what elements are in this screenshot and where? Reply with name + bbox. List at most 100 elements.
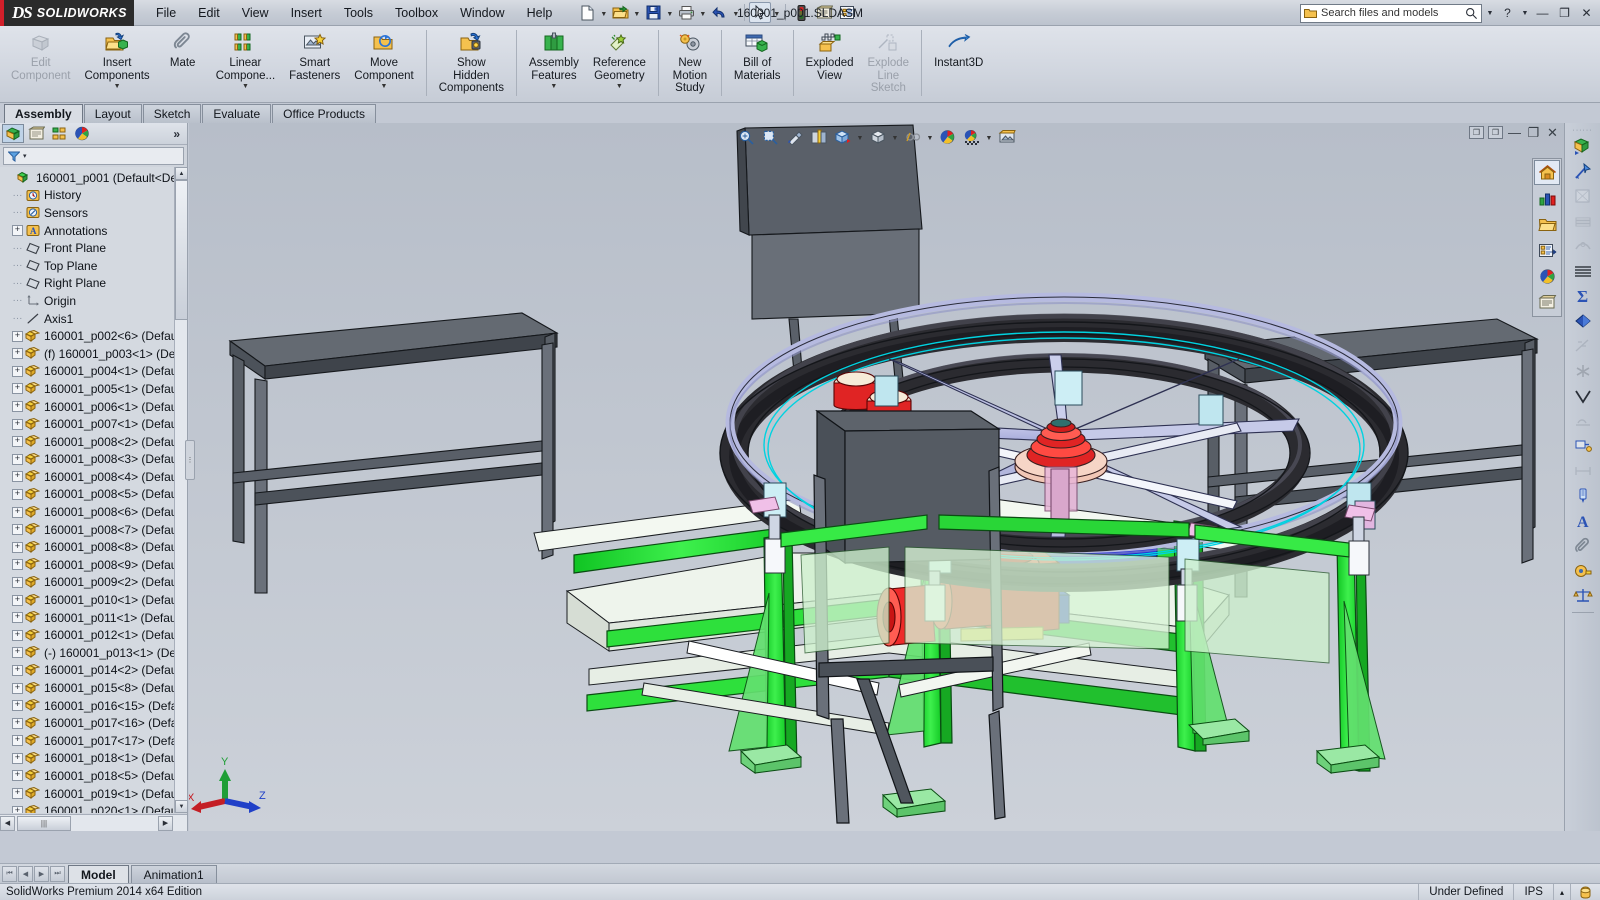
hide-show-caret-icon[interactable]: ▼ (926, 126, 935, 148)
tab-sketch[interactable]: Sketch (142, 104, 202, 123)
tree-item[interactable]: +160001_p008<5> (Default (2, 486, 187, 504)
appearance-icon[interactable] (1534, 264, 1560, 289)
apply-scene-icon[interactable] (961, 126, 983, 148)
linear-pattern-caret-icon[interactable]: ▼ (242, 83, 249, 91)
tree-expander[interactable]: + (12, 418, 23, 430)
tree-item[interactable]: +160001_p008<7> (Default (2, 521, 187, 539)
tree-expander[interactable]: + (12, 700, 23, 712)
display-style-caret-icon[interactable]: ▼ (891, 126, 900, 148)
tree-item[interactable]: +160001_p014<2> (Default (2, 662, 187, 680)
show-hidden-components-button[interactable]: Show Hidden Components (432, 26, 511, 102)
chart-icon[interactable] (1534, 186, 1560, 211)
nav-prev-button[interactable]: ◀ (18, 865, 33, 882)
datum-feature-icon[interactable] (1570, 434, 1596, 458)
tree-item[interactable]: +160001_p009<2> (Default (2, 574, 187, 592)
help-caret-icon[interactable]: ▼ (1520, 4, 1530, 23)
tab-office-products[interactable]: Office Products (272, 104, 376, 123)
zoom-to-fit-icon[interactable] (736, 126, 758, 148)
tree-item[interactable]: + (-) 160001_p013<1> (Defa (2, 644, 187, 662)
feature-tree[interactable]: 160001_p001 (Default<Defau ··· History ··· S… (0, 167, 187, 813)
feature-manager-more-tabs[interactable]: » (173, 127, 185, 141)
sum-icon[interactable]: Σ (1570, 284, 1596, 308)
previous-view-icon[interactable] (784, 126, 806, 148)
tree-scroll-right-arrow[interactable]: ▶ (158, 815, 173, 831)
tree-scroll-up-arrow[interactable]: ▲ (175, 167, 188, 180)
bill-of-materials-button[interactable]: Bill of Materials (727, 26, 788, 102)
tree-expander[interactable]: + (12, 524, 23, 536)
nav-next-button[interactable]: ▶ (34, 865, 49, 882)
search-dropdown-caret-icon[interactable]: ▼ (1485, 4, 1495, 23)
minimize-button[interactable]: — (1533, 4, 1552, 23)
tree-expander[interactable]: + (12, 717, 23, 729)
status-units-label[interactable]: IPS (1513, 883, 1553, 900)
tree-item[interactable]: +160001_p019<1> (Default (2, 785, 187, 803)
open-folder-icon[interactable] (609, 2, 631, 23)
tab-evaluate[interactable]: Evaluate (202, 104, 272, 123)
tree-item[interactable]: +160001_p002<6> (Default (2, 327, 187, 345)
nav-first-button[interactable]: ⏮ (2, 865, 17, 882)
custom-properties-icon[interactable] (1534, 290, 1560, 315)
tree-item[interactable]: +160001_p018<1> (Default (2, 750, 187, 768)
tree-item[interactable]: +160001_p008<3> (Default (2, 451, 187, 469)
tree-expander[interactable]: + (12, 594, 23, 606)
tree-expander[interactable]: + (12, 559, 23, 571)
print-icon[interactable] (675, 2, 697, 23)
assembly-features-button[interactable]: Assembly Features ▼ (522, 26, 586, 102)
exploded-view-button[interactable]: Exploded View (799, 26, 861, 102)
print-caret-icon[interactable]: ▼ (698, 2, 707, 23)
folder-open-icon[interactable] (1534, 212, 1560, 237)
undo-icon[interactable] (708, 2, 730, 23)
tree-item[interactable]: ··· Axis1 (2, 310, 187, 328)
tree-expander[interactable]: + (12, 752, 23, 764)
mass-properties-icon[interactable] (1570, 584, 1596, 608)
tree-item[interactable]: +160001_p017<17> (Defaul (2, 732, 187, 750)
diamond-icon[interactable] (1570, 309, 1596, 333)
insert-components-caret-icon[interactable]: ▼ (114, 83, 121, 91)
mdi-restore-left-icon[interactable]: ❐ (1469, 126, 1484, 139)
apply-scene-caret-icon[interactable]: ▼ (985, 126, 994, 148)
mdi-maximize-icon[interactable]: ❐ (1526, 125, 1541, 140)
menu-edit[interactable]: Edit (188, 1, 230, 25)
note-icon[interactable]: A (1570, 509, 1596, 533)
graphics-viewport[interactable]: ▼ ▼ ▼ ▼ ❐ ❐ — ❐ ✕ Y X Z (189, 123, 1564, 831)
properties-icon[interactable] (1534, 238, 1560, 263)
property-manager-tab[interactable] (25, 124, 47, 143)
tab-assembly[interactable]: Assembly (4, 104, 83, 123)
open-caret-icon[interactable]: ▼ (632, 2, 641, 23)
tree-item[interactable]: +160001_p012<1> (Default (2, 626, 187, 644)
tree-item[interactable]: +160001_p018<5> (Default (2, 767, 187, 785)
tree-expander[interactable]: + (12, 471, 23, 483)
mdi-close-icon[interactable]: ✕ (1545, 125, 1560, 140)
tree-expander[interactable]: + (12, 770, 23, 782)
tree-expander[interactable]: + (12, 383, 23, 395)
geometric-tolerance-icon[interactable] (1570, 359, 1596, 383)
tree-item[interactable]: +160001_p011<1> (Default (2, 609, 187, 627)
tree-expander[interactable]: + (12, 401, 23, 413)
tree-expander[interactable]: + (12, 664, 23, 676)
view-orientation-icon[interactable] (832, 126, 854, 148)
menu-file[interactable]: File (146, 1, 186, 25)
new-document-caret-icon[interactable]: ▼ (599, 2, 608, 23)
hide-show-items-icon[interactable] (902, 126, 924, 148)
tree-expander[interactable]: + (12, 506, 23, 518)
new-document-icon[interactable] (576, 2, 598, 23)
filter-caret-icon[interactable]: ▾ (23, 152, 27, 160)
tree-filter-bar[interactable]: ▾ (3, 147, 184, 165)
zoom-to-area-icon[interactable] (760, 126, 782, 148)
close-button[interactable]: ✕ (1577, 4, 1596, 23)
mdi-minimize-icon[interactable]: — (1507, 125, 1522, 140)
tree-expander[interactable]: + (12, 330, 23, 342)
tree-expander[interactable]: + (12, 788, 23, 800)
tree-item[interactable]: +160001_p020<1> (Default (2, 802, 187, 813)
sketch-icon[interactable] (1570, 184, 1596, 208)
tree-item[interactable]: +160001_p015<8> (Default (2, 679, 187, 697)
tree-expander[interactable]: + (12, 488, 23, 500)
insert-components-icon[interactable] (1570, 134, 1596, 158)
tree-item[interactable]: ··· History (2, 187, 187, 205)
menu-view[interactable]: View (232, 1, 279, 25)
hole-callout-icon[interactable] (1570, 459, 1596, 483)
reference-geometry-button[interactable]: Reference Geometry ▼ (586, 26, 653, 102)
menu-insert[interactable]: Insert (281, 1, 332, 25)
tree-scroll-down-arrow[interactable]: ▼ (175, 800, 188, 813)
tree-expander[interactable]: + (12, 805, 23, 813)
